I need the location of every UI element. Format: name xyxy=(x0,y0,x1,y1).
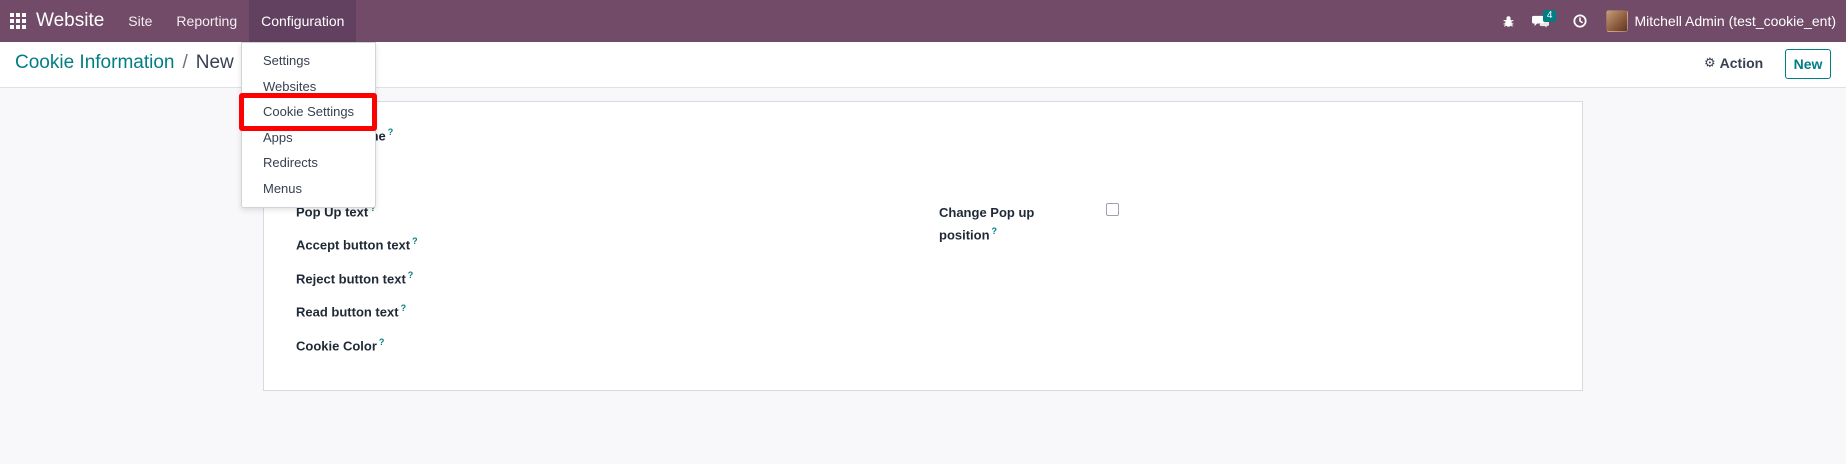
read-button-text-label: Read button text? xyxy=(296,303,407,320)
chat-count-badge: 4 xyxy=(1542,10,1557,22)
dropdown-item-settings[interactable]: Settings xyxy=(263,53,310,68)
dropdown-item-apps[interactable]: Apps xyxy=(263,130,293,145)
app-brand[interactable]: Website xyxy=(36,10,116,32)
breadcrumb: Cookie Information / New xyxy=(15,52,234,74)
change-popup-position-label: Change Pop up position? xyxy=(939,205,1035,243)
menu-site[interactable]: Site xyxy=(116,0,164,42)
change-popup-position-checkbox[interactable] xyxy=(1106,203,1119,216)
breadcrumb-cookie-information[interactable]: Cookie Information xyxy=(15,52,174,74)
accept-button-text-label: Accept button text? xyxy=(296,236,418,253)
action-label: Action xyxy=(1719,55,1764,71)
breadcrumb-separator: / xyxy=(182,52,188,73)
action-button[interactable]: ⚙ Action xyxy=(1704,55,1763,71)
apps-grid-icon[interactable] xyxy=(0,0,36,42)
bug-icon[interactable] xyxy=(1492,0,1524,42)
menu-reporting[interactable]: Reporting xyxy=(164,0,249,42)
user-name: Mitchell Admin (test_cookie_ent) xyxy=(1634,13,1836,29)
dropdown-item-menus[interactable]: Menus xyxy=(263,181,302,196)
reject-button-text-label: Reject button text? xyxy=(296,270,414,287)
new-button[interactable]: New xyxy=(1785,49,1831,79)
chat-bubbles-icon[interactable]: 4 xyxy=(1524,0,1557,42)
menu-configuration[interactable]: Configuration xyxy=(249,0,357,42)
user-menu[interactable]: Mitchell Admin (test_cookie_ent) xyxy=(1596,10,1846,32)
top-navbar: Website Site Reporting Configuration 4 M… xyxy=(0,0,1846,42)
main-menu: Site Reporting Configuration xyxy=(116,0,357,42)
gear-icon: ⚙ xyxy=(1704,55,1716,70)
cookie-color-label: Cookie Color? xyxy=(296,337,385,354)
clock-icon[interactable] xyxy=(1564,0,1596,42)
dropdown-item-websites[interactable]: Websites xyxy=(263,79,316,94)
systray: 4 Mitchell Admin (test_cookie_ent) xyxy=(1492,0,1846,42)
avatar xyxy=(1606,10,1629,32)
cookie-settings-highlight-box xyxy=(239,93,377,131)
dropdown-item-redirects[interactable]: Redirects xyxy=(263,155,318,170)
breadcrumb-current: New xyxy=(195,52,234,73)
form-sheet: me? Pop Up text? Accept button text? Rej… xyxy=(263,101,1583,391)
